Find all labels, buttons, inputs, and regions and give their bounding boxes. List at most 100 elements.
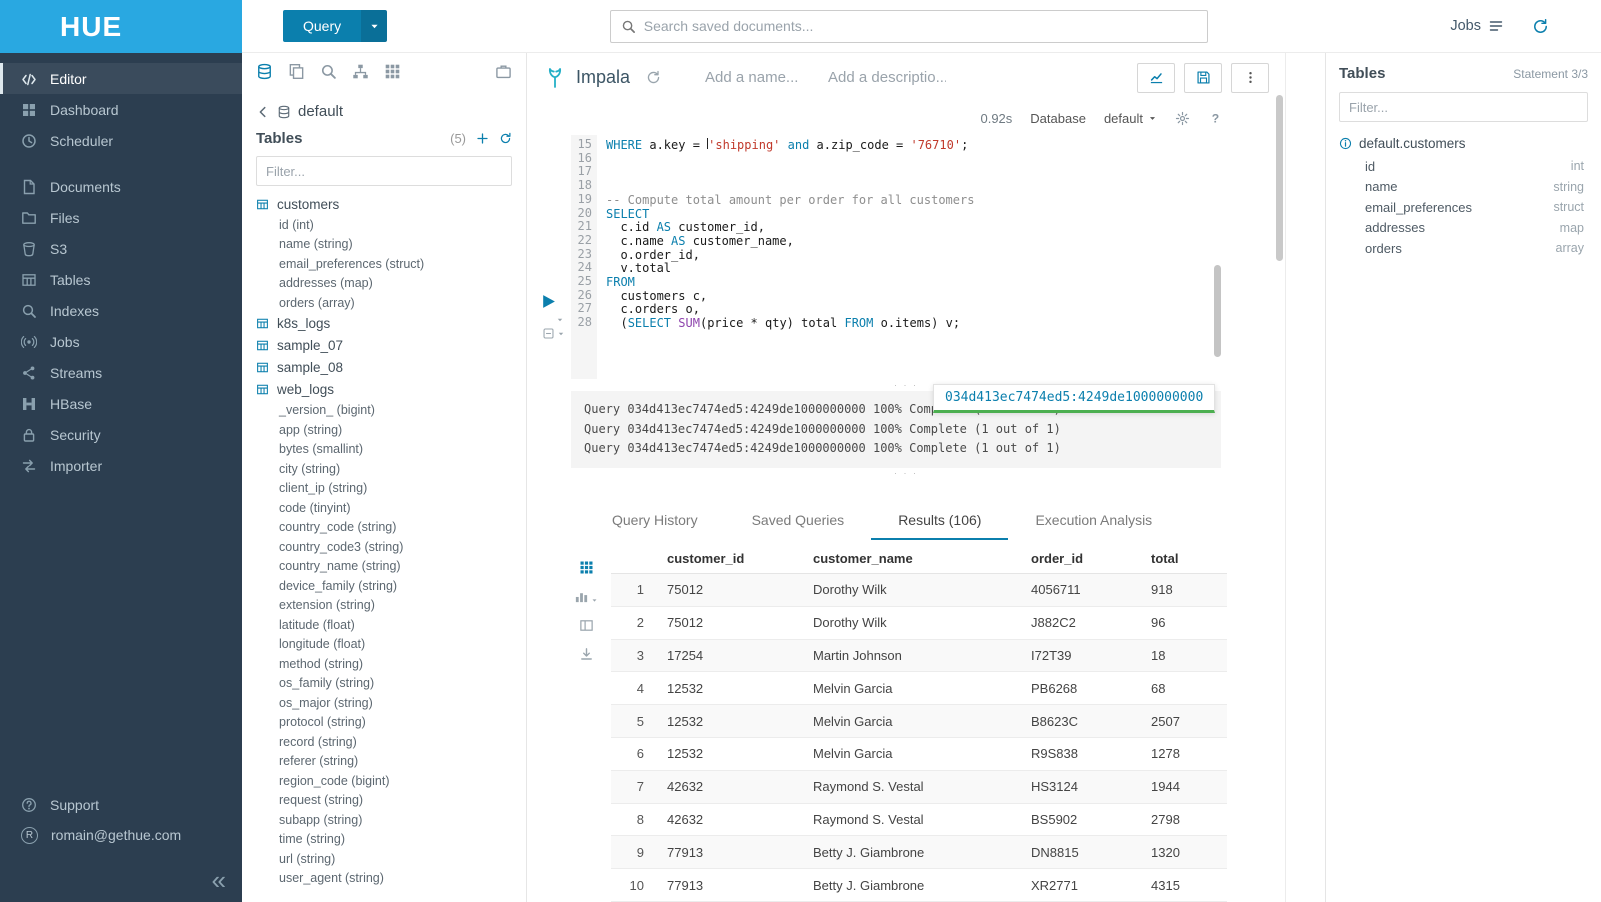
assist-table[interactable]: sample_07	[256, 335, 526, 357]
query-dropdown-button[interactable]	[361, 10, 387, 42]
sidebar-item-files[interactable]: Files	[0, 202, 242, 233]
database-breadcrumb[interactable]: default	[242, 95, 526, 122]
search-input[interactable]	[644, 18, 1197, 34]
info-icon[interactable]	[1339, 137, 1352, 150]
snippet-settings-button[interactable]	[542, 327, 565, 340]
query-description-input[interactable]	[828, 69, 946, 86]
assist-column[interactable]: subapp (string)	[256, 810, 526, 830]
active-table[interactable]: default.customers	[1339, 130, 1588, 156]
code-line[interactable]: c.name AS customer_name,	[606, 235, 1285, 249]
refresh-icon[interactable]	[499, 132, 512, 145]
sql-code[interactable]: WHERE a.key = 'shipping' and a.zip_code …	[597, 135, 1285, 379]
tab-saved-queries[interactable]: Saved Queries	[725, 503, 872, 540]
sidebar-item-documents[interactable]: Documents	[0, 171, 242, 202]
add-table-icon[interactable]	[476, 132, 489, 145]
resize-handle-icon[interactable]	[527, 468, 1285, 479]
sidebar-item-s3[interactable]: S3	[0, 233, 242, 264]
assist-column[interactable]: addresses (map)	[256, 274, 526, 294]
hdfs-assist-button[interactable]	[352, 63, 369, 85]
assist-column[interactable]: name (string)	[256, 235, 526, 255]
sidebar-item-dashboard[interactable]: Dashboard	[0, 94, 242, 125]
code-line[interactable]: FROM	[606, 276, 1285, 290]
assist-filter-input[interactable]	[256, 156, 512, 186]
assist-column[interactable]: _version_ (bigint)	[256, 401, 526, 421]
results-col-header[interactable]: total	[1141, 544, 1227, 574]
assist-column[interactable]: country_name (string)	[256, 557, 526, 577]
assist-column[interactable]: email_preferencesstruct	[1339, 197, 1588, 218]
assist-column[interactable]: referer (string)	[256, 752, 526, 772]
sidebar-item-hbase[interactable]: HBase	[0, 388, 242, 419]
assist-column[interactable]: client_ip (string)	[256, 479, 526, 499]
assist-table[interactable]: k8s_logs	[256, 313, 526, 335]
assist-column[interactable]: os_major (string)	[256, 693, 526, 713]
save-button[interactable]	[1184, 63, 1222, 93]
assist-column[interactable]: longitude (float)	[256, 635, 526, 655]
execute-button[interactable]	[540, 293, 557, 315]
code-line[interactable]: c.id AS customer_id,	[606, 221, 1285, 235]
assist-column[interactable]: time (string)	[256, 830, 526, 850]
sidebar-item-support[interactable]: Support	[0, 790, 242, 820]
assist-column[interactable]: region_code (bigint)	[256, 771, 526, 791]
assist-column[interactable]: addressesmap	[1339, 218, 1588, 239]
download-results-button[interactable]	[579, 647, 594, 662]
more-actions-button[interactable]	[1231, 63, 1269, 93]
query-id-tooltip[interactable]: 034d413ec7474ed5:4249de1000000000	[933, 384, 1215, 413]
code-editor[interactable]: 1516171819202122232425262728 WHERE a.key…	[527, 135, 1285, 379]
assist-column[interactable]: city (string)	[256, 459, 526, 479]
assist-column[interactable]: user_agent (string)	[256, 869, 526, 889]
assist-column[interactable]: device_family (string)	[256, 576, 526, 596]
s3-assist-button[interactable]	[495, 63, 512, 85]
code-line[interactable]	[606, 180, 1285, 194]
assist-column[interactable]: ordersarray	[1339, 238, 1588, 259]
assist-column[interactable]: extension (string)	[256, 596, 526, 616]
assist-column[interactable]: bytes (smallint)	[256, 440, 526, 460]
code-line[interactable]: -- Compute total amount per order for al…	[606, 194, 1285, 208]
chart-view-button[interactable]	[574, 589, 598, 604]
new-query-button[interactable]: Query	[283, 10, 361, 42]
code-line[interactable]: WHERE a.key = 'shipping' and a.zip_code …	[606, 138, 1285, 153]
assist-column[interactable]: code (tinyint)	[256, 498, 526, 518]
tab-results-106[interactable]: Results (106)	[871, 503, 1008, 540]
assist-column[interactable]: email_preferences (struct)	[256, 254, 526, 274]
documents-assist-button[interactable]	[288, 63, 305, 85]
assist-column[interactable]: id (int)	[256, 215, 526, 235]
assist-column[interactable]: os_family (string)	[256, 674, 526, 694]
assist-column[interactable]: idint	[1339, 156, 1588, 177]
assist-column[interactable]: orders (array)	[256, 293, 526, 313]
sidebar-item-editor[interactable]: Editor	[0, 63, 242, 94]
results-col-header[interactable]: customer_name	[803, 544, 1021, 574]
global-search[interactable]	[610, 10, 1208, 43]
code-line[interactable]: (SELECT SUM(price * qty) total FROM o.it…	[606, 317, 1285, 331]
assist-column[interactable]: country_code3 (string)	[256, 537, 526, 557]
results-col-header[interactable]: order_id	[1021, 544, 1141, 574]
code-line[interactable]: customers c,	[606, 290, 1285, 304]
database-select[interactable]: default	[1104, 111, 1157, 126]
editor-scrollbar[interactable]	[1214, 265, 1221, 357]
assist-column[interactable]: country_code (string)	[256, 518, 526, 538]
engine-name[interactable]: Impala	[576, 67, 630, 88]
gear-icon[interactable]	[1175, 111, 1190, 126]
tab-execution-analysis[interactable]: Execution Analysis	[1008, 503, 1179, 540]
sidebar-item-user[interactable]: R romain@gethue.com	[0, 820, 242, 850]
assist-table[interactable]: web_logs	[256, 379, 526, 401]
hue-logo[interactable]: HUE	[0, 0, 242, 53]
sidebar-item-streams[interactable]: Streams	[0, 357, 242, 388]
code-line[interactable]: c.orders o,	[606, 303, 1285, 317]
assist-table[interactable]: customers	[256, 193, 526, 215]
assist-column[interactable]: app (string)	[256, 420, 526, 440]
assist-column[interactable]: namestring	[1339, 177, 1588, 198]
code-line[interactable]: SELECT	[606, 208, 1285, 222]
code-line[interactable]: v.total	[606, 262, 1285, 276]
sidebar-item-importer[interactable]: Importer	[0, 450, 242, 481]
chart-button[interactable]	[1137, 63, 1175, 93]
right-filter-input[interactable]	[1339, 92, 1588, 122]
assist-column[interactable]: request (string)	[256, 791, 526, 811]
assist-column[interactable]: url (string)	[256, 849, 526, 869]
assist-column[interactable]: method (string)	[256, 654, 526, 674]
code-line[interactable]	[606, 166, 1285, 180]
page-scrollbar[interactable]	[1276, 95, 1283, 261]
expand-results-button[interactable]	[579, 618, 594, 633]
tab-query-history[interactable]: Query History	[585, 503, 725, 540]
chevron-left-icon[interactable]	[256, 105, 270, 119]
caret-down-icon[interactable]	[556, 316, 564, 324]
